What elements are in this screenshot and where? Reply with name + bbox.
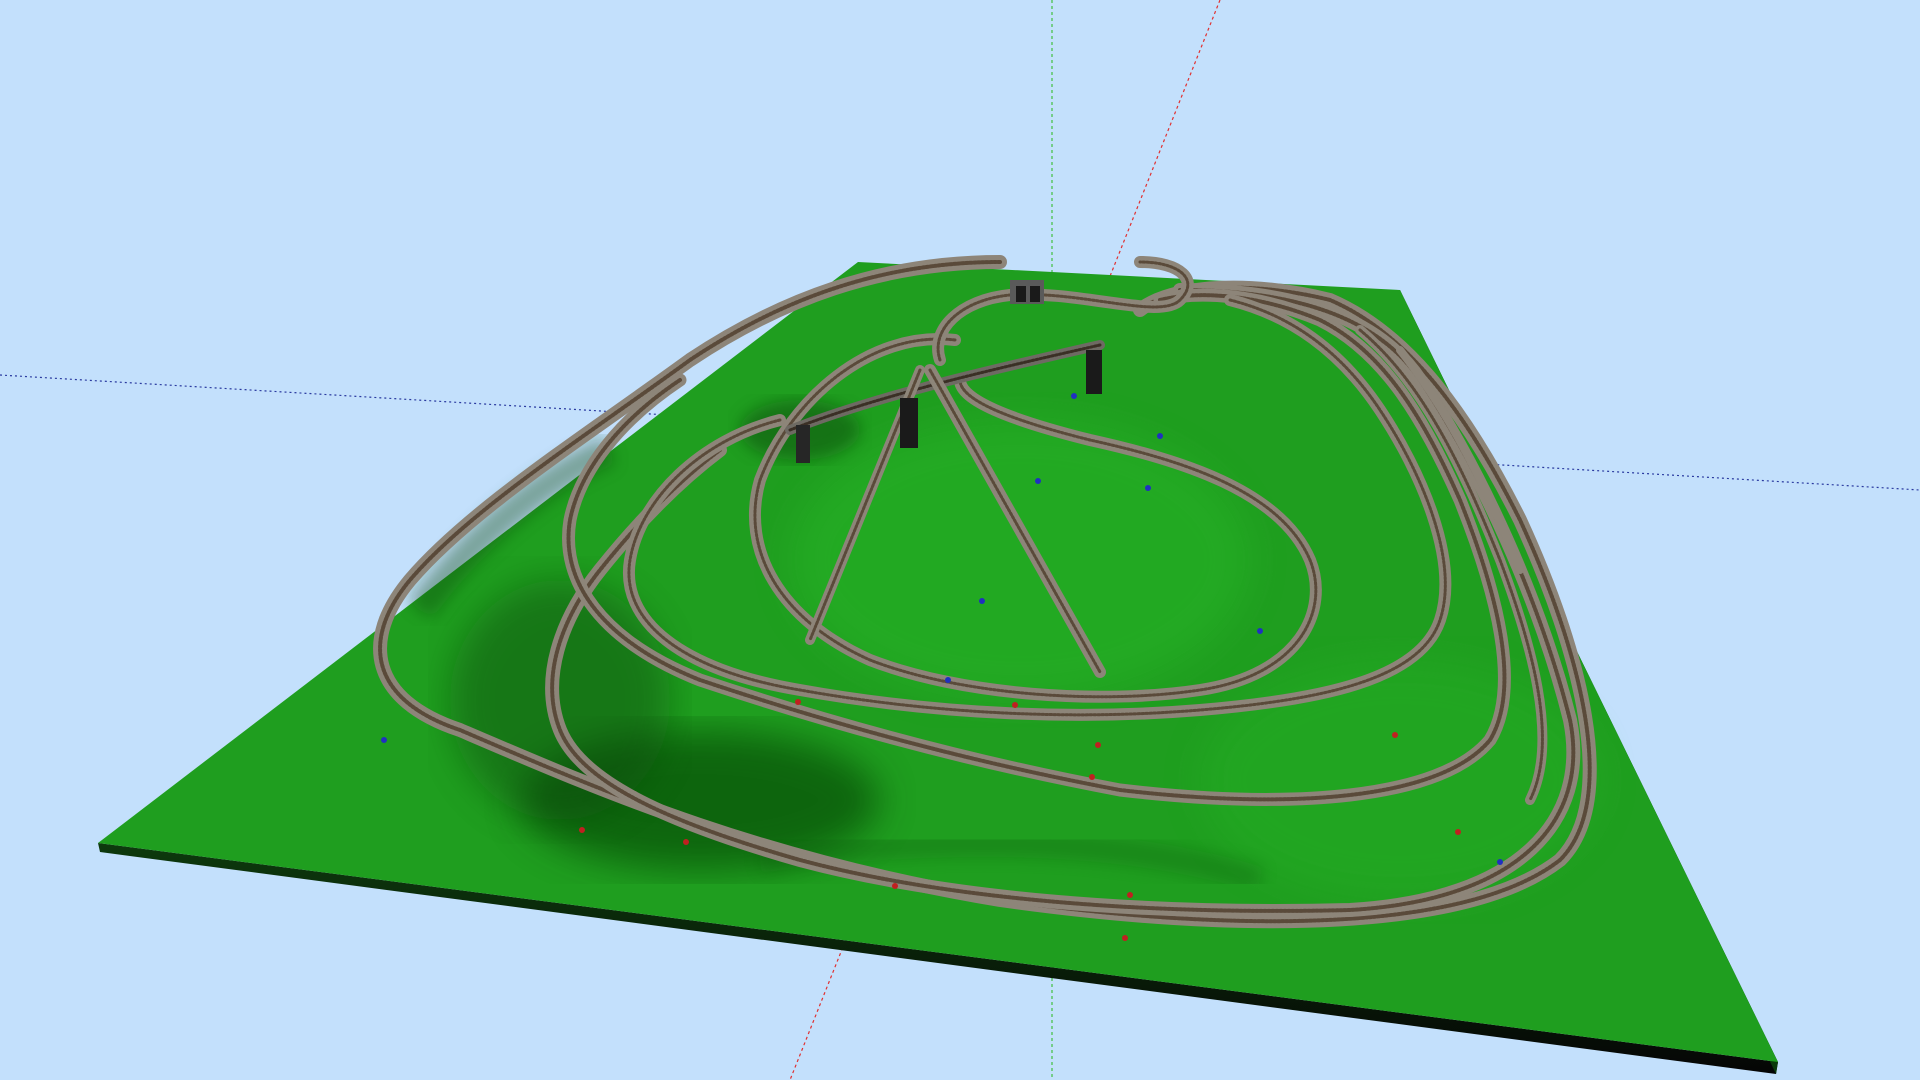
signal-marker[interactable]: [683, 839, 689, 845]
signal-marker[interactable]: [1257, 628, 1263, 634]
signal-marker[interactable]: [795, 699, 801, 705]
signal-marker[interactable]: [979, 598, 985, 604]
signal-marker[interactable]: [1122, 935, 1128, 941]
pillar: [1086, 350, 1102, 394]
signal-marker[interactable]: [1012, 702, 1018, 708]
signal-marker[interactable]: [1455, 829, 1461, 835]
3d-scene[interactable]: [0, 0, 1920, 1080]
signal-marker[interactable]: [1095, 742, 1101, 748]
signal-marker[interactable]: [1089, 774, 1095, 780]
signal-marker[interactable]: [1035, 478, 1041, 484]
signal-marker[interactable]: [1145, 485, 1151, 491]
signal-marker[interactable]: [1071, 393, 1077, 399]
signal-marker[interactable]: [1497, 859, 1503, 865]
tunnel-portal[interactable]: [1010, 280, 1044, 304]
signal-marker[interactable]: [945, 677, 951, 683]
signal-marker[interactable]: [1127, 892, 1133, 898]
pillar: [796, 425, 810, 463]
pillar: [900, 398, 918, 448]
signal-marker[interactable]: [381, 737, 387, 743]
signal-marker[interactable]: [892, 883, 898, 889]
signal-marker[interactable]: [579, 827, 585, 833]
3d-viewport[interactable]: [0, 0, 1920, 1080]
signal-marker[interactable]: [1392, 732, 1398, 738]
signal-marker[interactable]: [1157, 433, 1163, 439]
